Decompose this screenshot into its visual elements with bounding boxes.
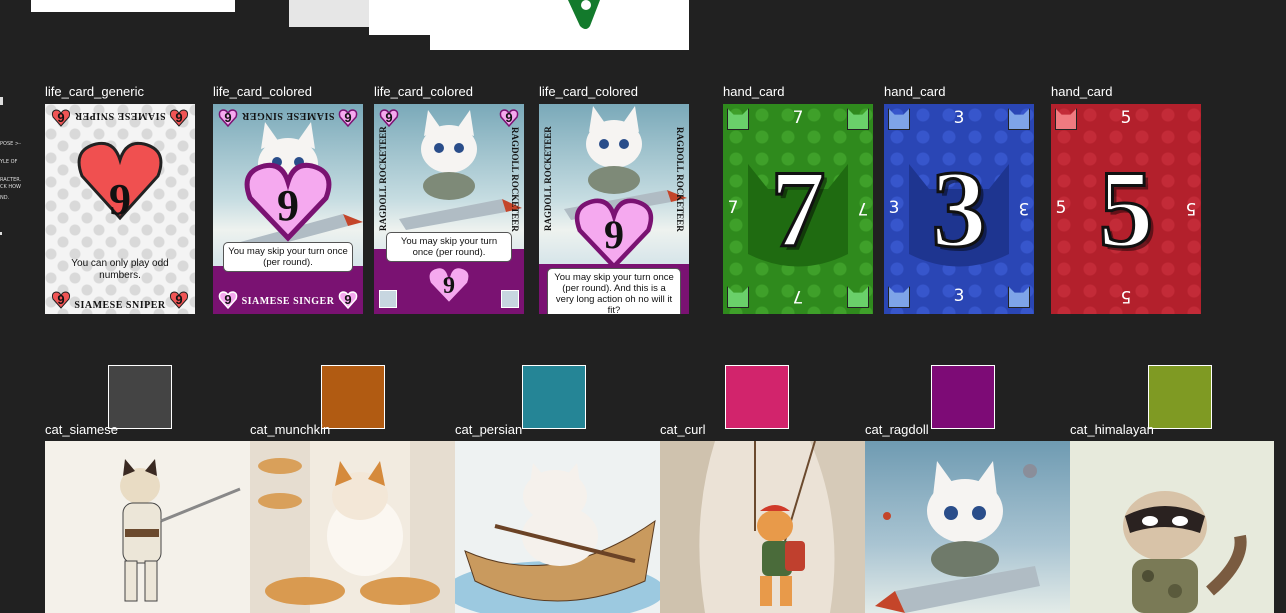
top-image-tile-1 (31, 0, 235, 12)
cat-head-icon (727, 286, 749, 308)
left-bullet (0, 232, 2, 235)
top-image-tile-4 (430, 30, 689, 50)
left-clipped-note-2: CK HOW (0, 184, 21, 190)
hand-card-number-bottom: 3 (953, 286, 965, 306)
ragdoll-rocket-art (875, 461, 1040, 613)
hand-card-label: hand_card (723, 84, 785, 99)
munchkin-pantry-art (250, 441, 455, 613)
color-swatch-ragdoll (931, 365, 995, 429)
cat-ragdoll-image (865, 441, 1070, 613)
color-swatch-himalayan (1148, 365, 1212, 429)
cat-head-icon (1008, 108, 1030, 130)
corner-number: 9 (505, 110, 513, 125)
left-clipped-notes: POSE >- YLE OF RACTER. ND. (0, 129, 21, 207)
corner-number: 9 (344, 110, 352, 125)
color-swatch-munchkin (321, 365, 385, 429)
card-title-vertical-right: RAGDOLL ROCKETEER (510, 126, 520, 232)
corner-number: 9 (385, 110, 393, 125)
cat-himalayan-image (1070, 441, 1274, 613)
cat-persian-image (455, 441, 660, 613)
hand-card-number-top: 7 (792, 108, 804, 128)
cat-ragdoll-label: cat_ragdoll (865, 422, 929, 437)
card-title-flipped: SIAMESE SNIPER (74, 110, 166, 121)
life-card-generic-label: life_card_generic (45, 84, 145, 99)
hand-card-number-bottom: 5 (1120, 286, 1132, 306)
big-number: 9 (109, 175, 131, 224)
hand-card-number-left: 3 (888, 198, 900, 218)
cat-head-icon (888, 108, 910, 130)
life-card-generic[interactable]: 9 9 SIAMESE SNIPER 9 You can only play o… (45, 104, 195, 314)
cat-himalayan-label: cat_himalayan (1070, 422, 1154, 437)
cat-curl-image (660, 441, 865, 613)
hand-card[interactable]: 5 5 5 5 5 (1051, 104, 1201, 314)
left-note: POSE >- (0, 141, 21, 147)
himalayan-commando-art (1123, 491, 1247, 613)
left-note: ND. (0, 195, 10, 201)
persian-canoe-art (455, 463, 660, 613)
cat-head-icon (847, 108, 869, 130)
card-ability-text: You can only play odd numbers. (71, 258, 169, 281)
card-title: SIAMESE SINGER (241, 296, 335, 307)
siamese-swordsman-art (120, 459, 241, 602)
corner-number: 9 (224, 110, 232, 125)
curl-climber-art (660, 441, 865, 613)
card-ability-text: You may skip your turn once (per round).… (547, 268, 681, 314)
life-card-colored-label: life_card_colored (539, 84, 639, 99)
left-note: YLE OF (0, 159, 18, 165)
cat-munchkin-image (250, 441, 455, 613)
life-card-colored-label: life_card_colored (374, 84, 474, 99)
cat-thumb-icon (379, 290, 397, 308)
card-ability-text: You may skip your turn once (per round). (223, 242, 353, 272)
cat-munchkin-label: cat_munchkin (250, 422, 331, 437)
top-image-tile-2 (289, 0, 371, 27)
life-card-colored-label: life_card_colored (213, 84, 313, 99)
cat-head-icon (1008, 286, 1030, 308)
card-title-vertical-left: RAGDOLL ROCKETEER (378, 126, 388, 232)
card-ability-text: You may skip your turn once (per round). (386, 232, 512, 262)
hand-card[interactable]: 7 7 7 7 7 (723, 104, 873, 314)
left-bullet (0, 97, 3, 105)
hand-card-label: hand_card (1051, 84, 1113, 99)
cat-head-icon (727, 108, 749, 130)
hand-card-number-top: 5 (1120, 108, 1132, 128)
hand-card-number-left: 7 (727, 198, 739, 218)
cat-curl-label: cat_curl (660, 422, 706, 437)
top-green-shape (568, 0, 600, 29)
big-number: 9 (277, 181, 299, 230)
cat-persian-label: cat_persian (455, 422, 523, 437)
hand-card-label: hand_card (884, 84, 946, 99)
cat-siamese-image (45, 441, 250, 613)
hand-card-number-bottom: 7 (792, 286, 804, 306)
cat-head-icon (888, 286, 910, 308)
cat-head-icon (1055, 108, 1077, 130)
card-title: SIAMESE SNIPER (74, 300, 166, 311)
cat-head-icon (847, 286, 869, 308)
cat-siamese-label: cat_siamese (45, 422, 118, 437)
color-swatch-persian (522, 365, 586, 429)
big-number: 9 (604, 212, 624, 257)
color-swatch-curl (725, 365, 789, 429)
life-card-colored[interactable]: RAGDOLL ROCKETEER RAGDOLL ROCKETEER 9 9 … (374, 104, 524, 314)
hand-card-number-right: 5 (1185, 198, 1197, 218)
cat-thumb-icon (501, 290, 519, 308)
life-card-colored[interactable]: RAGDOLL ROCKETEER RAGDOLL ROCKETEER 9 Yo… (539, 104, 689, 314)
hand-card-number-right: 7 (857, 198, 869, 218)
life-card-colored[interactable]: SIAMESE SINGER 9 9 9 You may skip your t… (213, 104, 363, 314)
hand-card-number-left: 5 (1055, 198, 1067, 218)
hand-card-number-right: 3 (1018, 198, 1030, 218)
hand-card-number-top: 3 (953, 108, 965, 128)
left-note: RACTER. (0, 177, 22, 183)
hand-card[interactable]: 3 3 3 3 3 (884, 104, 1034, 314)
color-swatch-siamese (108, 365, 172, 429)
